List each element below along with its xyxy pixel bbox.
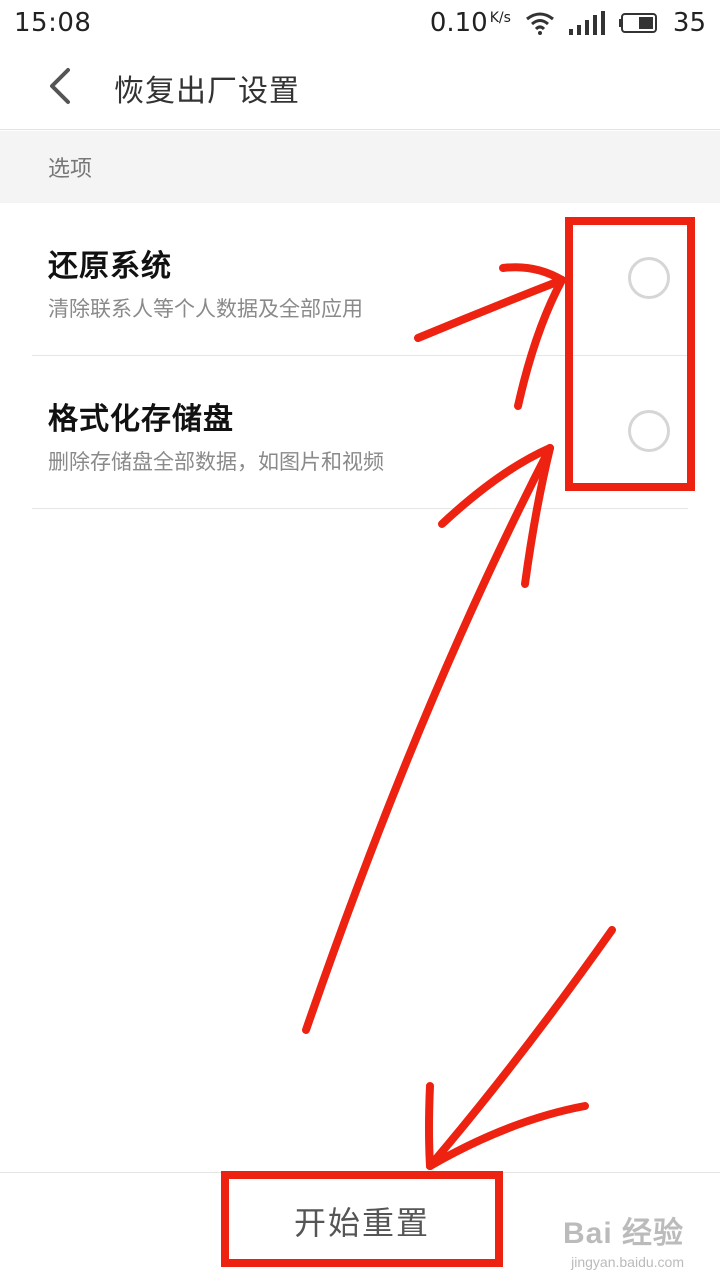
format-storage-radio[interactable]: [628, 410, 670, 452]
option-format-storage[interactable]: 格式化存储盘 删除存储盘全部数据，如图片和视频: [32, 356, 688, 509]
network-speed-unit: K/s: [489, 10, 511, 26]
restore-system-radio[interactable]: [628, 257, 670, 299]
arrow-to-reset: [426, 926, 616, 1170]
option-description: 删除存储盘全部数据，如图片和视频: [48, 450, 384, 474]
page-title: 恢复出厂设置: [114, 73, 300, 109]
back-button[interactable]: [30, 58, 90, 118]
option-description: 清除联系人等个人数据及全部应用: [48, 297, 363, 321]
status-indicators: 0.10 K/s 35: [430, 8, 706, 38]
cell-signal-icon: [568, 11, 605, 35]
status-time: 15:08: [14, 8, 92, 38]
chevron-left-icon: [46, 66, 74, 110]
option-list: 还原系统 清除联系人等个人数据及全部应用 格式化存储盘 删除存储盘全部数据，如图…: [0, 203, 720, 509]
status-bar: 15:08 0.10 K/s 35: [0, 0, 720, 46]
watermark-brand: Bai 经验: [562, 1217, 684, 1250]
wifi-icon: [525, 11, 555, 35]
battery-icon: [618, 12, 659, 34]
watermark-url: jingyan.baidu.com: [571, 1254, 684, 1270]
option-restore-system[interactable]: 还原系统 清除联系人等个人数据及全部应用: [32, 203, 688, 356]
arrowhead-reset-a: [425, 1082, 434, 1170]
arrow-long-line: [302, 444, 554, 1034]
section-header: 选项: [0, 131, 720, 203]
option-title: 还原系统: [48, 249, 172, 284]
network-speed-value: 0.10: [429, 8, 488, 38]
app-bar: 恢复出厂设置: [0, 46, 720, 130]
baidu-jingyan-watermark: Bai 经验 jingyan.baidu.com: [563, 1208, 684, 1270]
network-speed: 0.10 K/s: [430, 8, 511, 38]
option-title: 格式化存储盘: [48, 402, 234, 437]
arrowhead-reset-b: [426, 1102, 589, 1170]
battery-level: 35: [672, 8, 706, 38]
start-reset-button[interactable]: 开始重置: [222, 1173, 502, 1269]
section-label: 选项: [48, 157, 93, 182]
